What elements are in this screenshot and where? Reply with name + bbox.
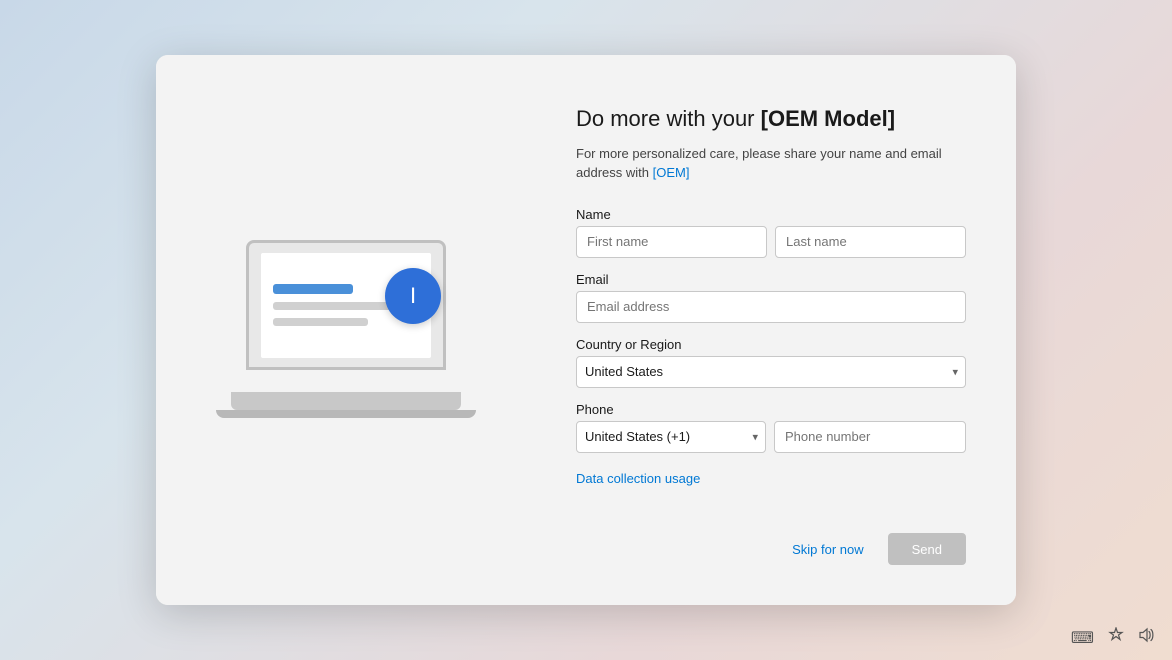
volume-icon[interactable] bbox=[1138, 627, 1156, 648]
screen-bar-blue bbox=[273, 284, 353, 294]
phone-field-group: Phone United States (+1) United Kingdom … bbox=[576, 402, 966, 453]
country-select[interactable]: United States United Kingdom Canada Aust… bbox=[576, 356, 966, 388]
laptop-bottom bbox=[216, 410, 476, 418]
phone-country-wrapper: United States (+1) United Kingdom (+44) … bbox=[576, 421, 766, 453]
form-panel: Do more with your [OEM Model] For more p… bbox=[536, 55, 1016, 605]
form: Name Email Country or Region United Stat… bbox=[576, 207, 966, 513]
country-field-group: Country or Region United States United K… bbox=[576, 337, 966, 388]
country-label: Country or Region bbox=[576, 337, 966, 352]
keyboard-icon[interactable]: ⌨ bbox=[1071, 628, 1094, 648]
dialog-title: Do more with your [OEM Model] bbox=[576, 105, 966, 134]
send-button[interactable]: Send bbox=[888, 533, 966, 565]
illustration-panel: I bbox=[156, 55, 536, 605]
phone-label: Phone bbox=[576, 402, 966, 417]
email-label: Email bbox=[576, 272, 966, 287]
country-select-wrapper: United States United Kingdom Canada Aust… bbox=[576, 356, 966, 388]
skip-button[interactable]: Skip for now bbox=[780, 536, 876, 563]
footer-buttons: Skip for now Send bbox=[576, 533, 966, 565]
chat-bubble-icon: I bbox=[385, 268, 441, 324]
screen-bar-1 bbox=[273, 302, 393, 310]
laptop-illustration: I bbox=[231, 240, 461, 440]
oem-link[interactable]: [OEM] bbox=[653, 165, 690, 180]
phone-country-select[interactable]: United States (+1) United Kingdom (+44) … bbox=[576, 421, 766, 453]
name-input-row bbox=[576, 226, 966, 258]
data-collection-link[interactable]: Data collection usage bbox=[576, 471, 966, 486]
laptop-base bbox=[231, 392, 461, 410]
last-name-input[interactable] bbox=[775, 226, 966, 258]
taskbar-icons: ⌨ bbox=[1071, 627, 1156, 648]
tools-icon[interactable] bbox=[1108, 627, 1124, 648]
first-name-input[interactable] bbox=[576, 226, 767, 258]
email-field-group: Email bbox=[576, 272, 966, 323]
dialog-subtitle: For more personalized care, please share… bbox=[576, 144, 966, 183]
phone-number-input[interactable] bbox=[774, 421, 966, 453]
phone-number-wrapper bbox=[774, 421, 966, 453]
name-label: Name bbox=[576, 207, 966, 222]
phone-input-row: United States (+1) United Kingdom (+44) … bbox=[576, 421, 966, 453]
email-input[interactable] bbox=[576, 291, 966, 323]
main-dialog: I Do more with your [OEM Model] For more… bbox=[156, 55, 1016, 605]
screen-bar-2 bbox=[273, 318, 368, 326]
name-field-group: Name bbox=[576, 207, 966, 258]
